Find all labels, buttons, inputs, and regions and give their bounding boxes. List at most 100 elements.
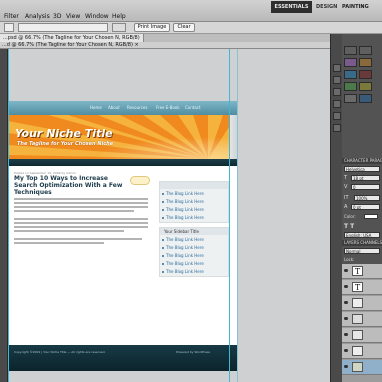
brush-icon[interactable] [333,100,341,108]
layer-mask-thumbnail [352,362,363,372]
adjustment-hue-icon[interactable] [359,70,372,79]
layer-row[interactable]: T [342,264,382,279]
tracking-field[interactable]: 100% [354,195,380,201]
post-body-line [14,198,148,200]
eye-icon[interactable] [344,333,348,336]
document-tab[interactable]: ...psd @ 66.7% (The Tagline for Your Cho… [0,34,144,42]
font-size-field[interactable]: 18 pt [351,175,380,181]
eye-icon[interactable] [344,269,348,272]
adjustment-mixer-icon[interactable] [359,94,372,103]
vertical-scale-icon: IT [344,195,349,201]
adjustment-curves-icon[interactable] [344,58,357,67]
layer-row[interactable] [342,328,382,343]
sidebar-box-header [160,182,228,189]
menu-3d[interactable]: 3D [53,13,61,20]
eye-icon[interactable] [344,349,348,352]
sidebar-link: The Blog Link Here [166,245,204,250]
adjustment-brightness-icon[interactable] [344,46,357,55]
eye-icon[interactable] [344,301,348,304]
options-bar: Print Image Clear [0,22,382,34]
tools-panel [0,49,8,382]
post-body-line [14,202,148,204]
print-image-button[interactable]: Print Image [134,23,170,32]
eye-icon[interactable] [344,285,348,288]
text-layer-icon: T [352,282,363,292]
layer-row[interactable] [342,296,382,311]
tool-preset-icon[interactable] [4,23,14,32]
note-color-swatch[interactable] [112,23,126,32]
menu-help[interactable]: Help [112,13,126,20]
layer-thumbnail [352,314,363,324]
webpage-mockup: Home About Resources Free E-Book Contact [8,101,237,371]
menu-window[interactable]: Window [85,13,109,20]
bullet-icon [162,239,164,241]
bullet-icon [162,217,164,219]
layer-row[interactable] [342,344,382,359]
clone-source-icon[interactable] [333,112,341,120]
document-window-title[interactable]: ...d @ 66.7% (The Tagline for Your Chose… [0,42,330,49]
bullet-icon [162,193,164,195]
history-icon[interactable] [333,64,341,72]
eye-icon[interactable] [344,317,348,320]
guide-line[interactable] [237,49,238,382]
adjustment-exposure-icon[interactable] [359,58,372,67]
canvas-area[interactable]: Home About Resources Free E-Book Contact [8,49,330,382]
blend-mode-select[interactable]: Normal [344,248,380,254]
lock-label: Lock: [344,257,355,262]
banner-bottom-strip [8,159,237,166]
panel-dock-strip [330,34,342,382]
swatches-icon[interactable] [333,88,341,96]
guide-line[interactable] [8,49,9,382]
layer-thumbnail [352,330,363,340]
adjustment-photo-filter-icon[interactable] [344,94,357,103]
leading-field[interactable]: 0 [351,184,380,190]
adjustment-color-balance-icon[interactable] [344,82,357,91]
page-footer: Copyright ©2009 | Your Niche Title — All… [8,345,237,371]
footer-powered-by: Powered by WordPress [176,350,210,354]
document-tab-bar: ...psd @ 66.7% (The Tagline for Your Cho… [0,34,330,42]
eye-icon[interactable] [344,365,348,368]
banner-right-edge [229,115,237,159]
adjustment-levels-icon[interactable] [359,46,372,55]
bullet-icon [162,271,164,273]
nav-item-free-ebook: Free E-Book [156,105,180,110]
sidebar-link: The Blog Link Here [166,215,204,220]
faux-styles-icon[interactable]: T T [344,223,354,230]
sidebar-link: The Blog Link Here [166,191,204,196]
clear-button[interactable]: Clear [173,23,195,32]
guide-line[interactable] [229,49,230,382]
sidebar-box-second: Your Sidebar Title The Blog Link Here Th… [159,227,229,277]
menu-view[interactable]: View [66,13,80,20]
font-family-select[interactable]: Helvetica [344,166,380,172]
color-label: Color: [344,214,356,219]
workspace-more-icon[interactable]: » [360,1,370,13]
workspace-essentials-button[interactable]: ESSENTIALS [271,1,312,13]
sidebar-link: The Blog Link Here [166,207,204,212]
menu-filter[interactable]: Filter [4,13,19,20]
adjustment-bw-icon[interactable] [359,82,372,91]
menu-analysis[interactable]: Analysis [25,13,50,20]
character-panel-tabs[interactable]: CHARACTER PARAGRAPH [342,158,382,164]
text-color-swatch[interactable] [364,214,378,219]
kerning-icon: V [344,184,348,190]
language-select[interactable]: English: USA [344,232,380,238]
layer-row[interactable]: T [342,280,382,295]
sidebar-link: The Blog Link Here [166,269,204,274]
layers-panel-tabs[interactable]: LAYERS CHANNELS [342,240,382,246]
actions-icon[interactable] [333,76,341,84]
nav-item-resources: Resources [127,105,148,110]
post-title: My Top 10 Ways to Increase Search Optimi… [14,175,123,196]
workspace-design-button[interactable]: DESIGN [316,1,337,13]
note-author-field[interactable] [18,23,108,32]
layer-thumbnail [352,346,363,356]
nav-bar: Home About Resources Free E-Book Contact [8,101,237,115]
site-title: Your Niche Title [15,127,113,140]
text-icon[interactable] [333,124,341,132]
nav-item-contact: Contact [185,105,201,110]
layer-row[interactable] [342,312,382,327]
sidebar-link: The Blog Link Here [166,253,204,258]
layer-row-selected[interactable] [342,360,382,375]
adjustment-vibrance-icon[interactable] [344,70,357,79]
baseline-shift-field[interactable]: 0 pt [351,204,380,210]
sidebar-link: The Blog Link Here [166,199,204,204]
